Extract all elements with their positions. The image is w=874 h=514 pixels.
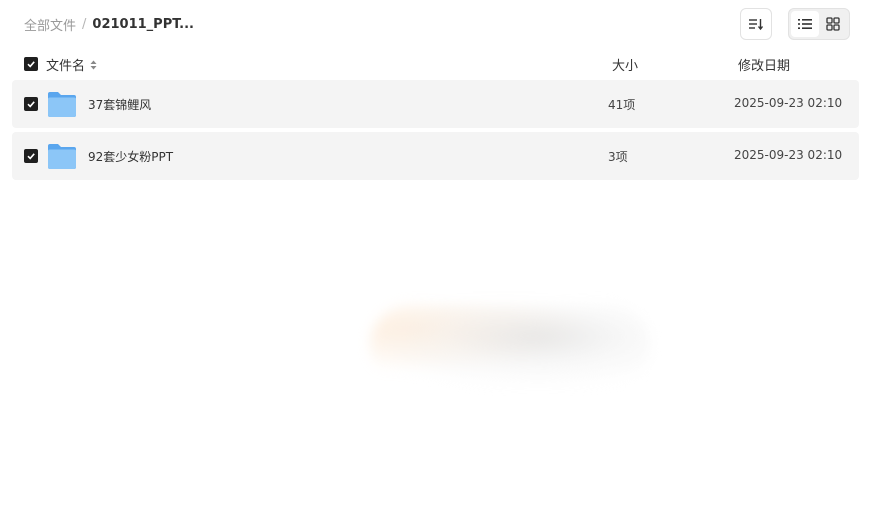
checkmark-icon (27, 61, 35, 68)
checkmark-icon (27, 153, 35, 160)
file-date: 2025-09-23 02:10 (734, 148, 843, 162)
table-row[interactable]: 37套锦鲤风 41项 2025-09-23 02:10 (12, 80, 859, 128)
breadcrumb-root-link[interactable]: 全部文件 (24, 15, 76, 34)
view-toggle (788, 8, 850, 40)
breadcrumb-current-folder: 021011_PPT... (92, 16, 194, 32)
list-view-button[interactable] (791, 11, 819, 37)
file-size: 41项 (608, 98, 636, 112)
row-checkbox[interactable] (24, 149, 38, 163)
sort-lines-icon (749, 19, 764, 31)
date-column-header[interactable]: 修改日期 (738, 55, 790, 74)
loading-indicator (370, 305, 650, 385)
list-header: 文件名 大小 修改日期 (12, 52, 859, 76)
list-view-icon (798, 19, 812, 29)
size-column-header[interactable]: 大小 (612, 55, 638, 74)
file-browser: 全部文件 / 021011_PPT... 文件名 大小 修改日期 37套锦鲤风 … (0, 0, 874, 514)
file-name[interactable]: 92套少女粉PPT (88, 148, 173, 165)
file-name[interactable]: 37套锦鲤风 (88, 96, 151, 113)
name-column-label: 文件名 (46, 59, 86, 74)
file-date: 2025-09-23 02:10 (734, 96, 843, 110)
table-row[interactable]: 92套少女粉PPT 3项 2025-09-23 02:10 (12, 132, 859, 180)
folder-icon (48, 92, 76, 117)
sort-caret-icon (90, 60, 97, 70)
file-size: 3项 (608, 150, 628, 164)
grid-view-button[interactable] (819, 11, 847, 37)
folder-icon (48, 144, 76, 169)
row-checkbox[interactable] (24, 97, 38, 111)
name-column-header[interactable]: 文件名 (46, 55, 97, 74)
breadcrumb: 全部文件 / 021011_PPT... (24, 14, 194, 34)
select-all-checkbox[interactable] (24, 57, 38, 71)
grid-view-icon (826, 17, 840, 31)
sort-button[interactable] (740, 8, 772, 40)
breadcrumb-separator: / (82, 16, 87, 32)
checkmark-icon (27, 101, 35, 108)
